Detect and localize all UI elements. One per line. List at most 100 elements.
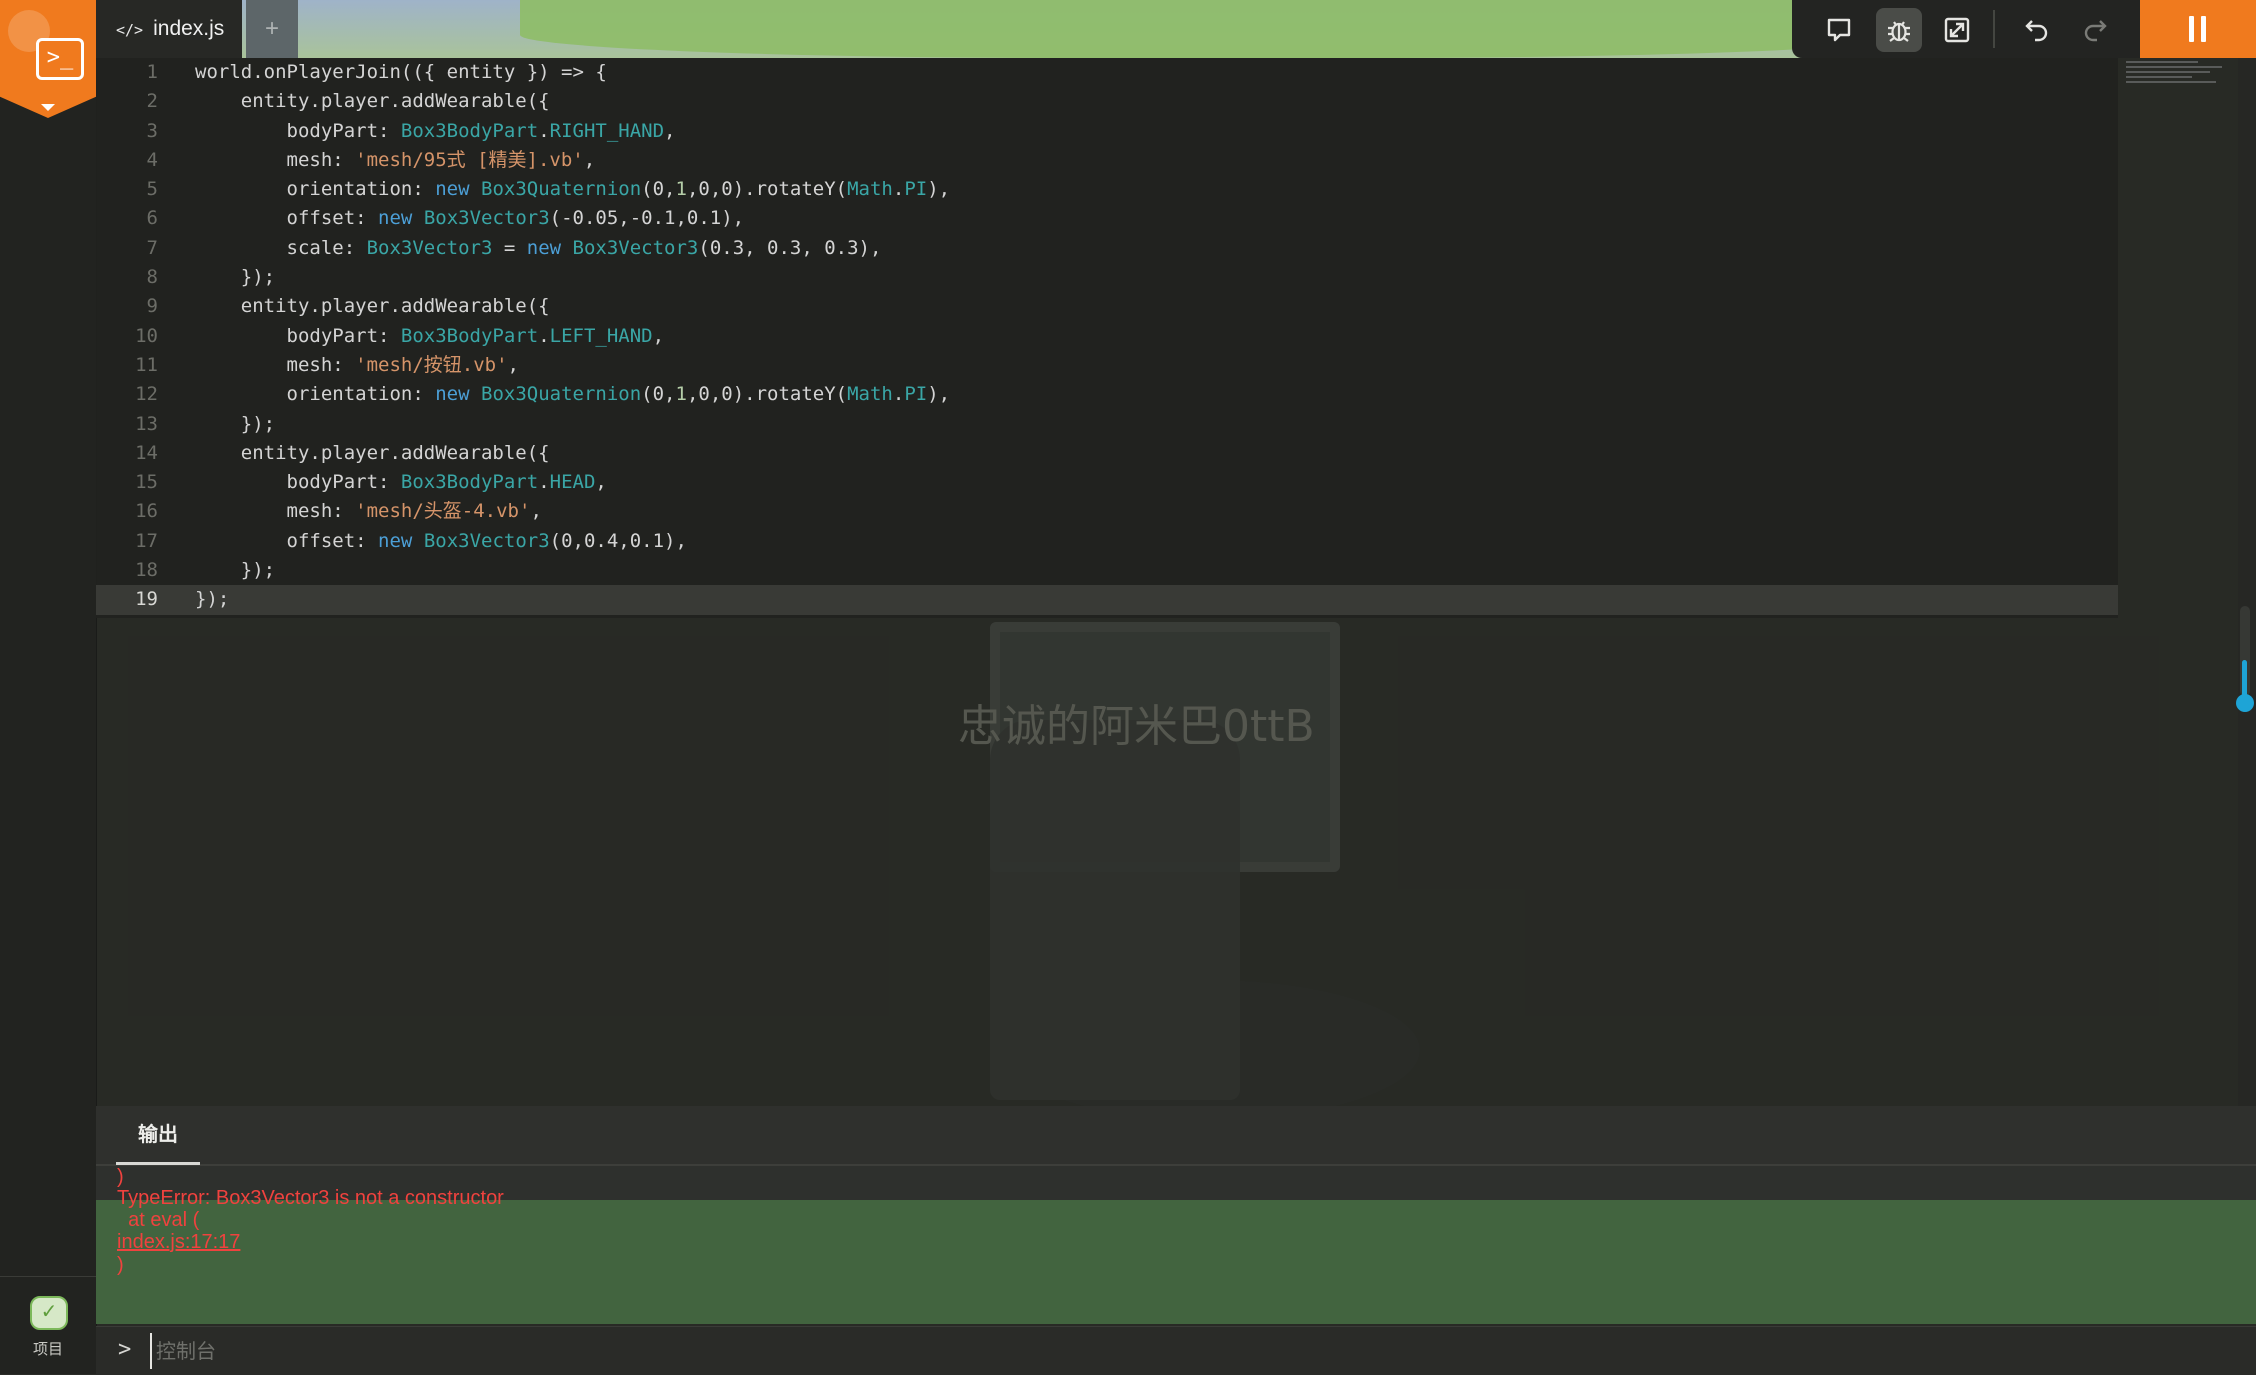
code-line[interactable]: bodyPart: Box3BodyPart.HEAD, xyxy=(195,468,2118,497)
code-line[interactable]: mesh: 'mesh/按钮.vb', xyxy=(195,351,2118,380)
code-line[interactable]: mesh: 'mesh/95式 [精美].vb', xyxy=(195,146,2118,175)
code-token: mesh: xyxy=(195,500,356,523)
code-token: . xyxy=(538,324,550,347)
line-number: 5 xyxy=(146,178,158,201)
line-number: 12 xyxy=(135,383,158,406)
code-token: scale: xyxy=(195,236,367,259)
line-number-gutter: 1 2 3 4 5 6 7 8 9 10 11 12 13 14 15 16 17 18 19 xyxy=(96,58,162,615)
error-highlight xyxy=(96,1200,2256,1324)
code-token: world.onPlayerJoin(({ entity }) => { xyxy=(195,61,607,83)
zoom-slider-handle[interactable] xyxy=(2236,694,2254,712)
code-token: . xyxy=(538,471,550,494)
code-line[interactable]: entity.player.addWearable({ xyxy=(195,87,2118,116)
code-token: . xyxy=(892,178,905,201)
toolbar-divider xyxy=(1993,10,1995,48)
line-number: 8 xyxy=(146,266,158,289)
code-line[interactable]: entity.player.addWearable({ xyxy=(195,439,2118,468)
code-token: ), xyxy=(927,383,951,406)
code-token: new xyxy=(378,529,413,552)
fullscreen-button[interactable] xyxy=(1934,8,1980,52)
chat-button[interactable] xyxy=(1816,8,1862,52)
sidebar-divider xyxy=(0,1276,96,1277)
tab-index-js[interactable]: </> index.js xyxy=(96,0,242,58)
code-token: orientation: xyxy=(195,178,436,201)
vertical-scrollbar[interactable] xyxy=(2238,58,2256,1106)
add-tab-button[interactable]: + xyxy=(246,0,298,58)
line-number: 6 xyxy=(146,207,158,230)
line-number: 19 xyxy=(135,588,158,611)
code-line[interactable]: offset: new Box3Vector3(-0.05,-0.1,0.1), xyxy=(195,204,2118,233)
script-panel-toggle[interactable]: >_ xyxy=(0,0,96,118)
code-token: }); xyxy=(195,412,276,435)
console-input[interactable] xyxy=(150,1333,758,1369)
code-token: Box3BodyPart xyxy=(400,324,539,347)
code-line[interactable]: }); xyxy=(195,263,2118,292)
code-token: bodyPart: xyxy=(195,471,401,494)
code-line[interactable]: orientation: new Box3Quaternion(0,1,0,0)… xyxy=(195,175,2118,204)
code-token: Box3BodyPart xyxy=(400,119,539,142)
console-bar: > xyxy=(96,1326,2256,1375)
code-token: RIGHT_HAND xyxy=(549,119,665,142)
code-token: orientation: xyxy=(195,383,436,406)
code-line[interactable]: mesh: 'mesh/头盔-4.vb', xyxy=(195,497,2118,526)
output-log: ) TypeError: Box3Vector3 is not a constru… xyxy=(96,1166,2256,1324)
code-token: }); xyxy=(195,588,230,611)
code-line[interactable]: bodyPart: Box3BodyPart.LEFT_HAND, xyxy=(195,322,2118,351)
code-line[interactable]: }); xyxy=(195,556,2118,585)
code-token: entity.player.addWearable({ xyxy=(195,295,550,318)
grass-hill xyxy=(520,0,1920,58)
code-token: }); xyxy=(195,266,276,289)
pause-button[interactable] xyxy=(2140,0,2256,58)
code-content[interactable]: world.onPlayerJoin(({ entity }) => { ent… xyxy=(195,58,2118,615)
output-panel-header: 输出 xyxy=(96,1106,2256,1166)
error-source-link[interactable]: index.js:17:17 xyxy=(117,1231,240,1254)
code-token: offset: xyxy=(195,207,379,230)
code-token: entity.player.addWearable({ xyxy=(195,441,550,464)
code-token: Box3Quaternion xyxy=(481,383,642,406)
code-token: 'mesh/95式 [精美].vb' xyxy=(355,148,584,171)
code-token: Box3Vector3 xyxy=(423,529,550,552)
redo-button[interactable] xyxy=(2072,8,2118,52)
code-line[interactable]: world.onPlayerJoin(({ entity }) => { xyxy=(195,58,2118,87)
code-line[interactable]: entity.player.addWearable({ xyxy=(195,292,2118,321)
code-editor[interactable]: 1 2 3 4 5 6 7 8 9 10 11 12 13 14 15 16 17 18 19 world.onPl… xyxy=(96,58,2118,618)
line-number: 4 xyxy=(146,148,158,171)
sidebar-item-project[interactable]: 项目 xyxy=(0,1338,96,1359)
code-line[interactable]: orientation: new Box3Quaternion(0,1,0,0)… xyxy=(195,380,2118,409)
code-token: ,0,0).rotateY( xyxy=(686,178,848,201)
code-token: mesh: xyxy=(195,148,356,171)
code-token: PI xyxy=(904,383,928,406)
code-token: , xyxy=(652,324,665,347)
code-line[interactable]: }); xyxy=(195,410,2118,439)
code-line[interactable]: bodyPart: Box3BodyPart.RIGHT_HAND, xyxy=(195,117,2118,146)
line-number: 1 xyxy=(146,61,158,83)
code-line[interactable]: }); xyxy=(195,585,2118,614)
code-token: Box3Vector3 xyxy=(366,236,493,259)
undo-button[interactable] xyxy=(2014,8,2060,52)
debug-button[interactable] xyxy=(1876,8,1922,52)
code-line[interactable]: scale: Box3Vector3 = new Box3Vector3(0.3… xyxy=(195,234,2118,263)
left-sidebar: >_ ✓ 项目 xyxy=(0,0,97,1374)
line-number: 15 xyxy=(135,471,158,494)
code-token: , xyxy=(507,353,519,376)
output-line: ) xyxy=(117,1166,124,1188)
code-token: (0, xyxy=(641,178,676,201)
code-minimap[interactable] xyxy=(2118,58,2238,98)
tab-output[interactable]: 输出 xyxy=(116,1106,200,1165)
code-token: LEFT_HAND xyxy=(549,324,653,347)
code-token: Box3BodyPart xyxy=(400,471,539,494)
project-check-icon[interactable]: ✓ xyxy=(30,1296,68,1330)
output-line: TypeError: Box3Vector3 is not a construc… xyxy=(117,1187,504,1209)
code-token: }); xyxy=(195,559,276,582)
code-token: new xyxy=(526,236,562,259)
code-token: (0, xyxy=(641,383,676,406)
code-line[interactable]: offset: new Box3Vector3(0,0.4,0.1), xyxy=(195,527,2118,556)
code-token: new xyxy=(378,207,413,230)
code-token: 'mesh/按钮.vb' xyxy=(355,353,508,376)
chat-bubble-icon xyxy=(1827,18,1851,42)
code-token: , xyxy=(664,119,676,142)
